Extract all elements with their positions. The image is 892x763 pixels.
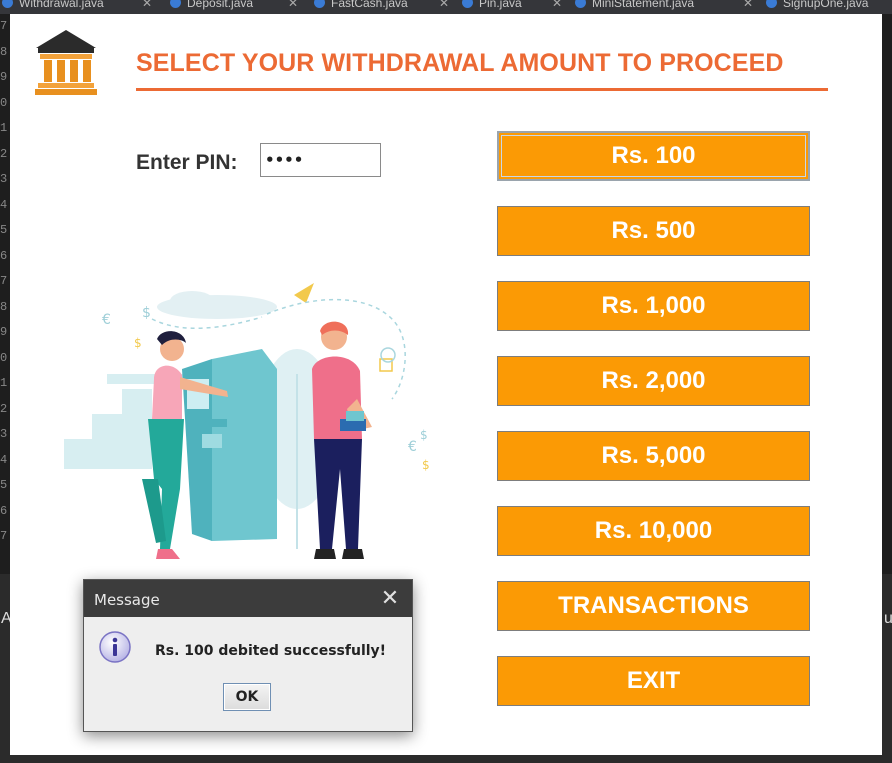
background-editor-edge	[882, 14, 892, 574]
background-line-number: 5	[0, 223, 8, 237]
background-tab[interactable]: Deposit.java ✕	[170, 0, 298, 14]
background-tab[interactable]: Withdrawal.java ✕	[2, 0, 152, 14]
background-tab[interactable]: Pin.java ✕	[462, 0, 562, 14]
background-line-number: 8	[0, 299, 8, 314]
svg-text:$: $	[420, 428, 428, 442]
svg-text:€: €	[102, 312, 111, 328]
background-right-char: u	[884, 610, 892, 627]
message-dialog: Message ✕ Rs. 100 debited successfully! …	[83, 579, 413, 732]
background-tab[interactable]: FastCash.java ✕	[314, 0, 449, 14]
background-line-number: 3	[0, 172, 8, 186]
background-line-number: 9	[0, 70, 8, 84]
ok-button[interactable]: OK	[223, 683, 271, 711]
background-line-number: 7	[0, 529, 8, 543]
dialog-title: Message	[94, 591, 160, 609]
pin-field[interactable]	[260, 143, 381, 177]
amount-10000-button[interactable]: Rs. 10,000	[497, 506, 810, 556]
background-line-number: 1	[0, 121, 8, 135]
amount-2000-button[interactable]: Rs. 2,000	[497, 356, 810, 406]
close-icon[interactable]: ✕	[439, 0, 449, 10]
netbeans-icon	[314, 0, 325, 8]
netbeans-icon	[462, 0, 473, 8]
background-line-number: 0	[0, 95, 8, 110]
amount-500-button[interactable]: Rs. 500	[497, 206, 810, 256]
background-tab[interactable]: SignupOne.java	[766, 0, 892, 14]
dialog-titlebar[interactable]: Message ✕	[84, 580, 412, 617]
pin-label: Enter PIN:	[136, 151, 238, 174]
info-icon	[99, 631, 131, 663]
background-line-number: 7	[0, 274, 8, 288]
background-line-number: 4	[0, 452, 8, 467]
svg-text:$: $	[422, 458, 430, 472]
background-line-number: 4	[0, 197, 8, 212]
background-line-number: 8	[0, 44, 8, 59]
background-line-number: 2	[0, 146, 8, 161]
background-line-number: 0	[0, 350, 8, 365]
background-line-number: 3	[0, 427, 8, 441]
background-line-number: 9	[0, 325, 8, 339]
background-line-number: 6	[0, 503, 8, 518]
svg-text:$: $	[134, 336, 142, 350]
page-title: SELECT YOUR WITHDRAWAL AMOUNT TO PROCEED	[136, 49, 784, 77]
background-line-number: 2	[0, 401, 8, 416]
netbeans-icon	[2, 0, 13, 8]
amount-1000-button[interactable]: Rs. 1,000	[497, 281, 810, 331]
netbeans-icon	[766, 0, 777, 8]
netbeans-icon	[170, 0, 181, 8]
close-icon[interactable]: ✕	[288, 0, 298, 10]
dialog-message: Rs. 100 debited successfully!	[155, 643, 387, 659]
background-line-number: 1	[0, 376, 8, 390]
amount-5000-button[interactable]: Rs. 5,000	[497, 431, 810, 481]
background-line-number: 7	[0, 19, 8, 33]
close-icon[interactable]: ✕	[743, 0, 753, 10]
close-icon[interactable]: ✕	[376, 584, 404, 612]
close-icon[interactable]: ✕	[142, 0, 152, 10]
svg-text:$: $	[142, 305, 151, 321]
close-icon[interactable]: ✕	[552, 0, 562, 10]
title-underline	[136, 88, 828, 91]
background-line-gutter: 7 8 9 0 1 2 3 4 5 6 7 8 9 0 1 2 3 4 5 6 7	[0, 14, 10, 574]
exit-button[interactable]: EXIT	[497, 656, 810, 706]
transactions-button[interactable]: TRANSACTIONS	[497, 581, 810, 631]
svg-text:€: €	[408, 439, 417, 455]
netbeans-icon	[575, 0, 586, 8]
amount-100-button[interactable]: Rs. 100	[497, 131, 810, 181]
bank-building-icon	[35, 30, 97, 95]
background-line-number: 5	[0, 478, 8, 492]
background-line-number: 6	[0, 248, 8, 263]
atm-illustration-icon: € $ $ € $ $	[64, 283, 430, 559]
background-tab-strip: Withdrawal.java ✕ Deposit.java ✕ FastCash.…	[0, 0, 892, 14]
background-tab[interactable]: MiniStatement.java ✕	[575, 0, 753, 14]
